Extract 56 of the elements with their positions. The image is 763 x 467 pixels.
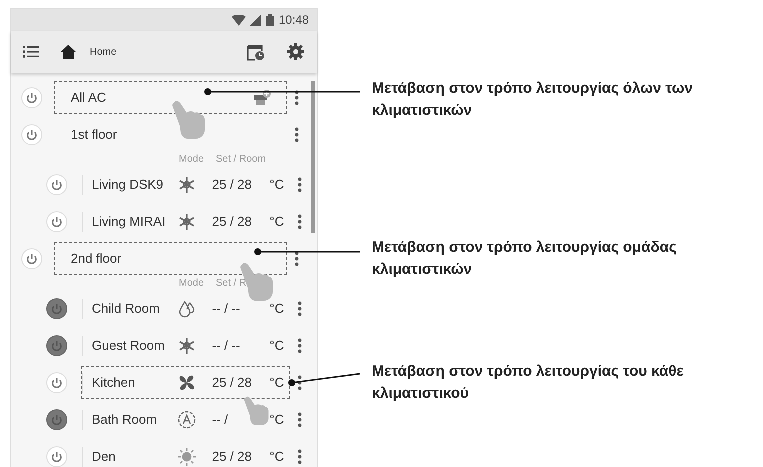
battery-icon — [264, 14, 275, 26]
column-label: Mode — [179, 278, 204, 289]
unit-name: Bath Room — [92, 412, 158, 427]
snowflake-icon — [177, 174, 198, 194]
unit-name: Kitchen — [92, 375, 136, 390]
auto-mode-icon — [177, 410, 198, 430]
drops-icon — [177, 298, 198, 318]
unit-name: Living DSK9 — [92, 177, 165, 192]
hand-icon — [172, 101, 205, 139]
menu-icon[interactable] — [23, 45, 39, 59]
hand-icon — [244, 396, 269, 426]
toolbar-title: Home — [90, 46, 118, 58]
power-icon[interactable] — [46, 334, 68, 356]
temperature-text: 25 / 28 — [212, 214, 253, 229]
unit-text: °C — [270, 338, 286, 353]
snowflake-icon — [177, 336, 198, 356]
temperature-text: 25 / 28 — [212, 375, 253, 390]
home-icon[interactable] — [61, 45, 76, 59]
unit-name: Living MIRAI — [92, 214, 167, 229]
temperature-text: -- / — [212, 412, 230, 427]
snowflake-icon — [177, 212, 198, 232]
wifi-icon — [232, 14, 246, 26]
unit-name: Child Room — [92, 301, 161, 316]
callout-text: Μετάβαση στον τρόπο λειτουργίας όλων των κλιματιστικών — [372, 79, 694, 121]
column-label: Set / R — [216, 278, 247, 289]
settings-icon[interactable] — [287, 43, 305, 61]
unit-name: Guest Room — [92, 338, 166, 353]
power-icon[interactable] — [46, 408, 68, 430]
scrollbar[interactable] — [311, 81, 315, 233]
column-label: Mode — [179, 154, 204, 165]
group-name: All AC — [71, 90, 108, 105]
unit-name: Den — [92, 449, 117, 464]
signal-icon — [250, 14, 261, 26]
temperature-text: -- / -- — [212, 301, 242, 316]
unit-text: °C — [270, 375, 286, 390]
calendar-clock-icon[interactable] — [247, 43, 265, 61]
temperature-text: 25 / 28 — [212, 449, 253, 464]
group-name: 1st floor — [71, 127, 118, 142]
unit-text: °C — [270, 412, 286, 427]
power-icon[interactable] — [46, 298, 68, 320]
callout-text: Μετάβαση στον τρόπο λειτουργίας του κάθε κλιματιστικού — [372, 362, 685, 404]
leader-line — [288, 373, 360, 386]
column-label: Set / Room — [216, 154, 266, 165]
unit-text: °C — [270, 214, 286, 229]
unit-text: °C — [270, 301, 286, 316]
unit-text: °C — [270, 449, 286, 464]
highlight-frame[interactable]: Kitchen 25 / 28 °C — [81, 366, 290, 399]
group-name: 2nd floor — [71, 251, 123, 266]
unit-text: °C — [270, 177, 286, 192]
ac-add-icon[interactable] — [252, 88, 272, 108]
status-time: 10:48 — [278, 13, 309, 27]
temperature-text: -- / -- — [212, 338, 242, 353]
temperature-text: 25 / 28 — [212, 177, 253, 192]
hand-icon — [240, 263, 273, 301]
sun-icon — [177, 446, 198, 466]
callout-text: Μετάβαση στον τρόπο λειτουργίας ομάδας κλιματιστικών — [372, 238, 678, 280]
